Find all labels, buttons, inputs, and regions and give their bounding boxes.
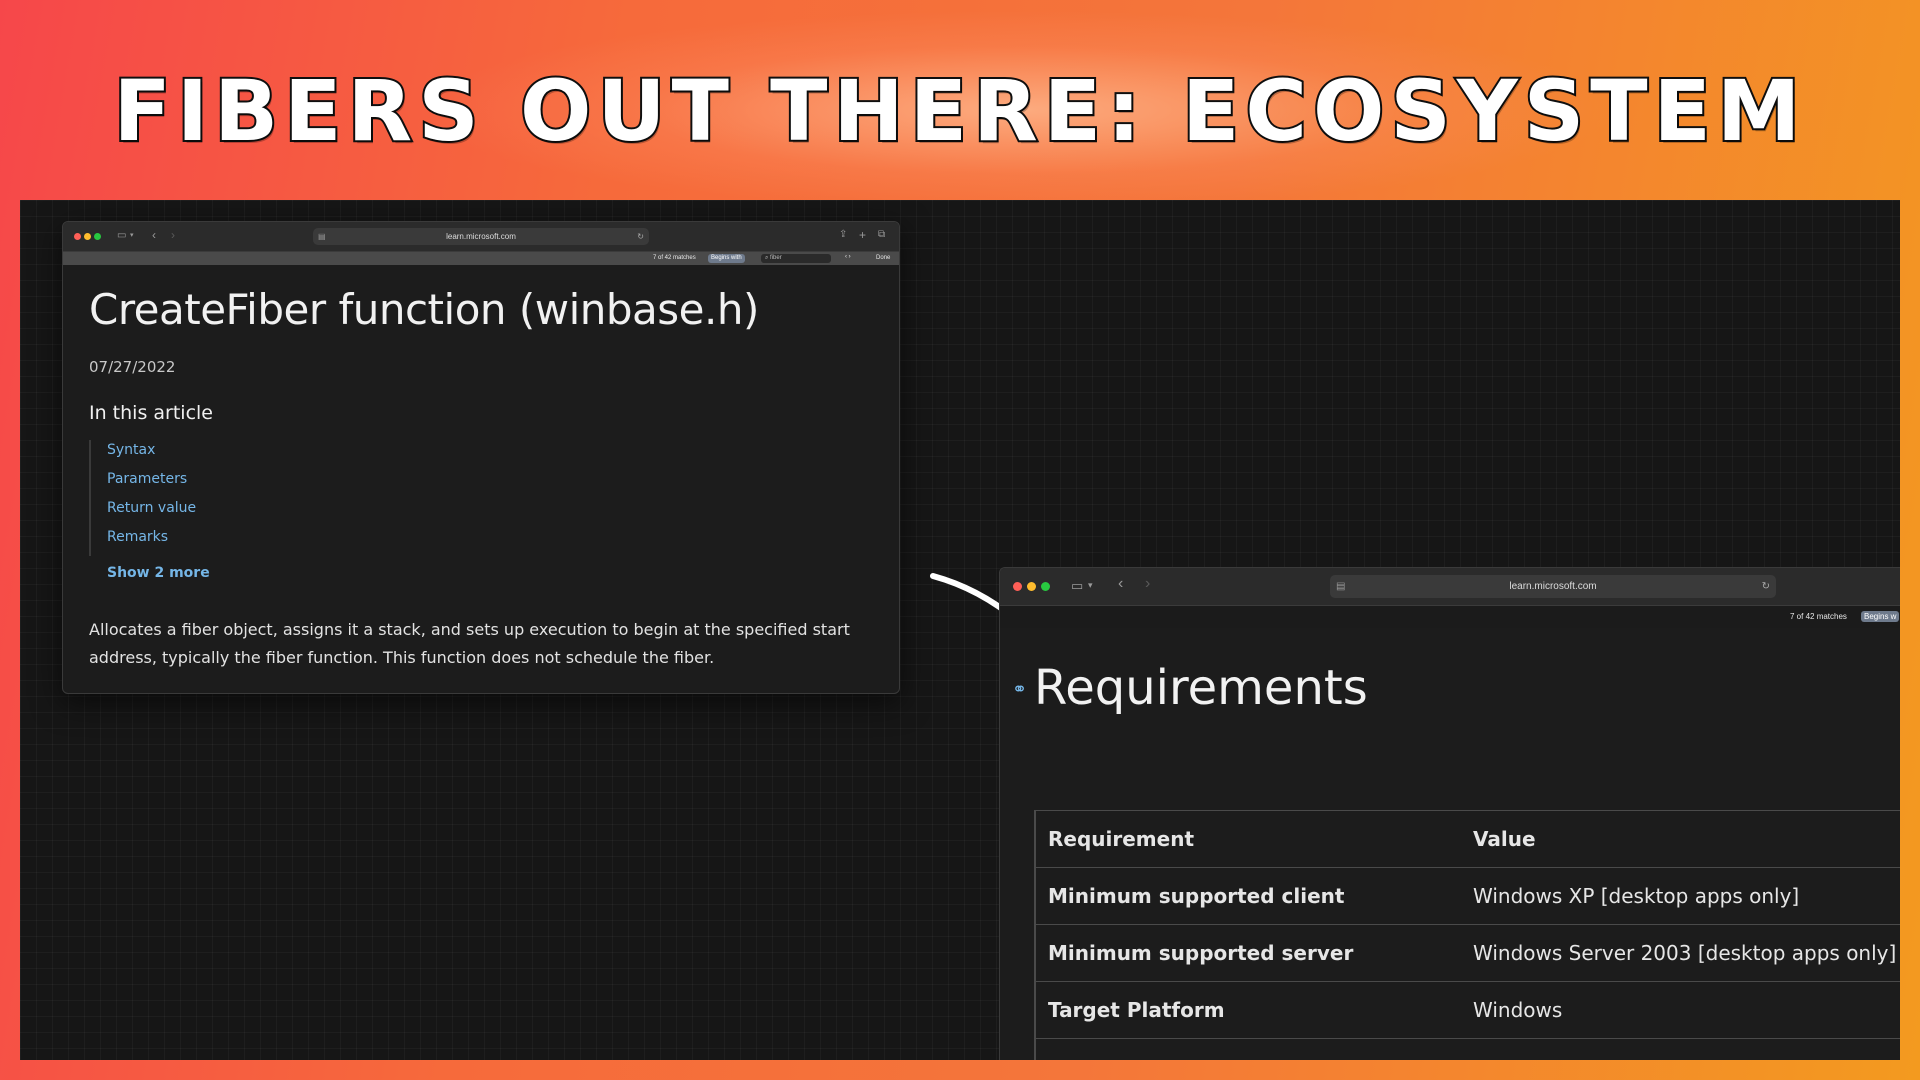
table-row-partial [1034,1038,1900,1060]
url-text: learn.microsoft.com [446,232,516,241]
toc-heading: In this article [89,402,213,424]
minimize-window-button[interactable] [1027,582,1036,591]
requirement-cell: Minimum supported client [1034,867,1461,925]
function-description: Allocates a fiber object, assigns it a s… [89,620,850,667]
toc-item-remarks[interactable]: Remarks [107,527,196,556]
column-header-value: Value [1461,810,1900,868]
find-match-count: 7 of 42 matches [1790,612,1847,621]
browser-toolbar: ▭ ▾ ‹ › ▤ learn.microsoft.com ↻ ⇪ + ⧉ [63,222,899,252]
minimize-window-button[interactable] [84,233,91,240]
tabs-overview-icon[interactable]: ⧉ [878,230,885,240]
chevron-left-icon[interactable]: ‹ [1118,576,1123,592]
page-title: CreateFiber function (winbase.h) [89,285,759,334]
table-row: Target Platform Windows [1034,981,1900,1039]
find-done-button[interactable]: Done [876,255,890,261]
close-window-button[interactable] [1013,582,1022,591]
close-window-button[interactable] [74,233,81,240]
requirement-cell: Target Platform [1034,981,1461,1039]
sidebar-icon[interactable]: ▭ [1071,579,1083,592]
plus-icon[interactable]: + [859,229,866,241]
dark-canvas: ▭ ▾ ‹ › ▤ learn.microsoft.com ↻ ⇪ + ⧉ 7 … [20,200,1900,1060]
toc-item-parameters[interactable]: Parameters [107,469,196,498]
column-header-requirement: Requirement [1034,810,1461,868]
chevron-right-icon[interactable]: › [1145,576,1150,592]
browser-window-requirements: ▭ ▾ ‹ › ▤ learn.microsoft.com ↻ 7 of 42 … [999,567,1900,1060]
page-icon: ▤ [318,232,326,241]
page-icon: ▤ [1336,581,1346,592]
show-more-link[interactable]: Show 2 more [107,565,210,581]
requirement-cell: Minimum supported server [1034,924,1461,982]
chevron-left-icon[interactable]: ‹ [152,229,156,241]
find-mode-toggle[interactable]: Begins with [708,254,745,263]
share-icon[interactable]: ⇪ [839,230,847,240]
find-input[interactable]: ⌕ fiber [761,254,831,263]
link-icon[interactable]: ⚭ [1012,679,1027,700]
find-match-count: 7 of 42 matches [653,255,696,261]
table-of-contents: Syntax Parameters Return value Remarks [89,440,196,556]
value-cell: Windows Server 2003 [desktop apps only] [1461,924,1900,982]
table-row: Minimum supported server Windows Server … [1034,924,1900,982]
chevron-right-icon[interactable]: › [171,229,175,241]
value-cell: Windows [1461,981,1900,1039]
url-text: learn.microsoft.com [1509,581,1597,592]
chevron-down-icon[interactable]: ▾ [130,232,134,239]
sidebar-icon[interactable]: ▭ [117,231,126,241]
find-query: fiber [770,255,782,261]
page-date: 07/27/2022 [89,358,176,376]
find-bar: 7 of 42 matches Begins with ⌕ fiber ‹ › … [63,252,899,265]
url-bar[interactable]: ▤ learn.microsoft.com ↻ [1330,575,1776,598]
zoom-window-button[interactable] [1041,582,1050,591]
chevron-down-icon[interactable]: ▾ [1088,581,1093,590]
find-mode-toggle[interactable]: Begins w [1861,611,1900,622]
url-bar[interactable]: ▤ learn.microsoft.com ↻ [313,228,649,245]
slide-title: FIBERS OUT THERE: ECOSYSTEM [111,60,1807,162]
toc-item-return-value[interactable]: Return value [107,498,196,527]
table-header-row: Requirement Value [1034,810,1900,868]
reload-icon[interactable]: ↻ [1762,575,1770,598]
search-icon: ⌕ [765,255,769,261]
value-cell: Windows XP [desktop apps only] [1461,867,1900,925]
browser-toolbar: ▭ ▾ ‹ › ▤ learn.microsoft.com ↻ [1000,568,1900,606]
requirements-table: Requirement Value Minimum supported clie… [1034,810,1900,1060]
zoom-window-button[interactable] [94,233,101,240]
section-heading: Requirements [1034,660,1368,716]
find-prev-next[interactable]: ‹ › [845,254,851,260]
reload-icon[interactable]: ↻ [637,228,644,245]
find-bar: 7 of 42 matches Begins w [1000,606,1900,628]
table-row: Minimum supported client Windows XP [des… [1034,867,1900,925]
browser-window-createfiber: ▭ ▾ ‹ › ▤ learn.microsoft.com ↻ ⇪ + ⧉ 7 … [62,221,900,694]
toc-item-syntax[interactable]: Syntax [107,440,196,469]
